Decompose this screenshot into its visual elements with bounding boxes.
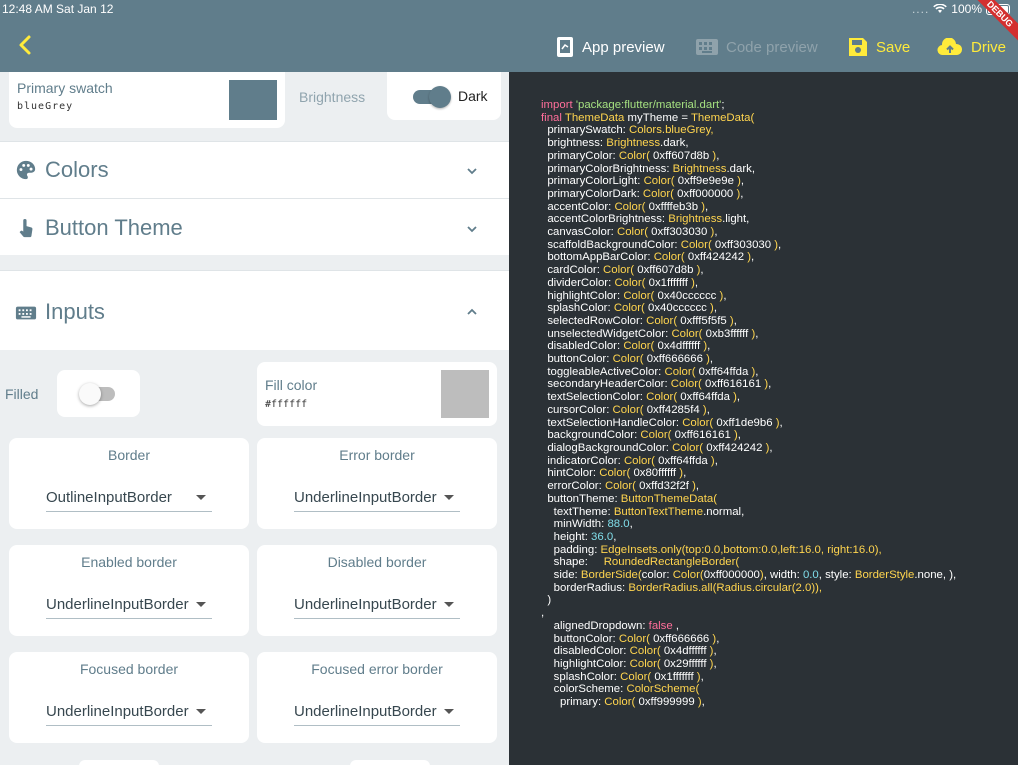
status-time: 12:48 AM Sat Jan 12 <box>2 2 114 16</box>
error-border-title: Error border <box>339 447 415 463</box>
focused-error-border-card: Focused error border UnderlineInputBorde… <box>257 652 497 743</box>
dropdown-arrow-icon <box>444 602 454 607</box>
dropdown-arrow-icon <box>444 495 454 500</box>
border-card: Border OutlineInputBorder <box>9 438 249 529</box>
code-preview-button[interactable]: Code preview <box>696 34 818 60</box>
focused-border-title: Focused border <box>79 661 179 677</box>
primary-swatch-preview[interactable] <box>229 80 277 120</box>
save-label: Save <box>876 38 911 56</box>
button-theme-panel-header[interactable]: Button Theme <box>0 198 509 255</box>
focused-border-dropdown-value: UnderlineInputBorder <box>46 703 189 720</box>
error-border-dropdown[interactable]: UnderlineInputBorder <box>294 482 460 512</box>
wifi-icon <box>933 4 948 13</box>
dropdown-arrow-icon <box>444 709 454 714</box>
chevron-left-icon <box>19 35 31 55</box>
save-icon <box>849 38 867 56</box>
error-border-card: Error border UnderlineInputBorder <box>257 438 497 529</box>
enabled-border-dropdown-value: UnderlineInputBorder <box>46 596 189 613</box>
inputs-panel-header[interactable]: Inputs <box>0 270 509 350</box>
keyboard-icon <box>696 39 718 55</box>
chevron-up-icon[interactable] <box>465 305 479 319</box>
next-card-top <box>79 760 159 765</box>
dropdown-arrow-icon <box>196 709 206 714</box>
focused-border-dropdown[interactable]: UnderlineInputBorder <box>46 696 212 726</box>
enabled-border-title: Enabled border <box>81 554 177 570</box>
brightness-value: Dark <box>458 88 488 104</box>
filled-switch[interactable] <box>79 383 115 405</box>
palette-icon <box>16 160 36 180</box>
button-theme-panel-title: Button Theme <box>45 215 183 240</box>
brightness-switch[interactable] <box>413 86 451 108</box>
code-preview-label: Code preview <box>726 38 818 56</box>
next-card-top <box>350 760 430 765</box>
primary-swatch-label: Primary swatch <box>17 80 113 96</box>
enabled-border-card: Enabled border UnderlineInputBorder <box>9 545 249 636</box>
primary-swatch-value: blueGrey <box>17 101 74 112</box>
keyboard-icon <box>15 306 37 320</box>
border-dropdown[interactable]: OutlineInputBorder <box>46 482 212 512</box>
border-title: Border <box>107 447 151 463</box>
disabled-border-dropdown[interactable]: UnderlineInputBorder <box>294 589 460 619</box>
chevron-down-icon[interactable] <box>465 222 479 236</box>
cloud-upload-icon <box>937 38 963 56</box>
dropdown-arrow-icon <box>196 602 206 607</box>
code-preview-panel: import 'package:flutter/material.dart'; … <box>509 72 1018 765</box>
focused-error-border-dropdown-value: UnderlineInputBorder <box>294 703 437 720</box>
touch-icon <box>19 219 33 238</box>
focused-error-border-dropdown[interactable]: UnderlineInputBorder <box>294 696 460 726</box>
drive-label: Drive <box>971 38 1007 56</box>
theme-editor-panel: Primary swatch blueGrey Brightness Dark … <box>0 72 509 765</box>
brightness-card: Dark <box>387 72 501 120</box>
app-preview-label: App preview <box>582 38 665 56</box>
filled-card <box>57 370 140 417</box>
brightness-label: Brightness <box>299 89 366 105</box>
drive-button[interactable]: Drive <box>937 34 1006 60</box>
fill-color-value: #ffffff <box>265 399 308 410</box>
back-button[interactable] <box>14 33 38 57</box>
fill-color-preview[interactable] <box>441 370 489 418</box>
filled-label: Filled <box>5 386 39 402</box>
battery-percent: 100% <box>951 2 982 16</box>
chevron-down-icon[interactable] <box>465 164 479 178</box>
fill-color-label: Fill color <box>265 377 318 393</box>
app-bar: 12:48 AM Sat Jan 12 .... 100% DEBUG App … <box>0 0 1018 72</box>
error-border-dropdown-value: UnderlineInputBorder <box>294 489 437 506</box>
focused-border-card: Focused border UnderlineInputBorder <box>9 652 249 743</box>
phone-preview-icon <box>557 37 573 57</box>
app-preview-button[interactable]: App preview <box>556 34 665 60</box>
dropdown-arrow-icon <box>196 495 206 500</box>
inputs-panel-title: Inputs <box>45 299 105 324</box>
fill-color-card[interactable]: Fill color #ffffff <box>257 362 497 426</box>
border-dropdown-value: OutlineInputBorder <box>46 489 172 506</box>
focused-error-border-title: Focused error border <box>311 661 443 677</box>
status-bar: 12:48 AM Sat Jan 12 .... 100% DEBUG <box>0 0 1018 47</box>
disabled-border-card: Disabled border UnderlineInputBorder <box>257 545 497 636</box>
save-button[interactable]: Save <box>848 34 910 60</box>
colors-panel-header[interactable]: Colors <box>0 141 509 198</box>
colors-panel-title: Colors <box>45 157 109 182</box>
enabled-border-dropdown[interactable]: UnderlineInputBorder <box>46 589 212 619</box>
signal-icon: .... <box>911 2 930 16</box>
primary-swatch-card[interactable]: Primary swatch blueGrey <box>9 72 285 128</box>
disabled-border-title: Disabled border <box>327 554 427 570</box>
code-text: import 'package:flutter/material.dart'; … <box>541 99 957 709</box>
disabled-border-dropdown-value: UnderlineInputBorder <box>294 596 437 613</box>
